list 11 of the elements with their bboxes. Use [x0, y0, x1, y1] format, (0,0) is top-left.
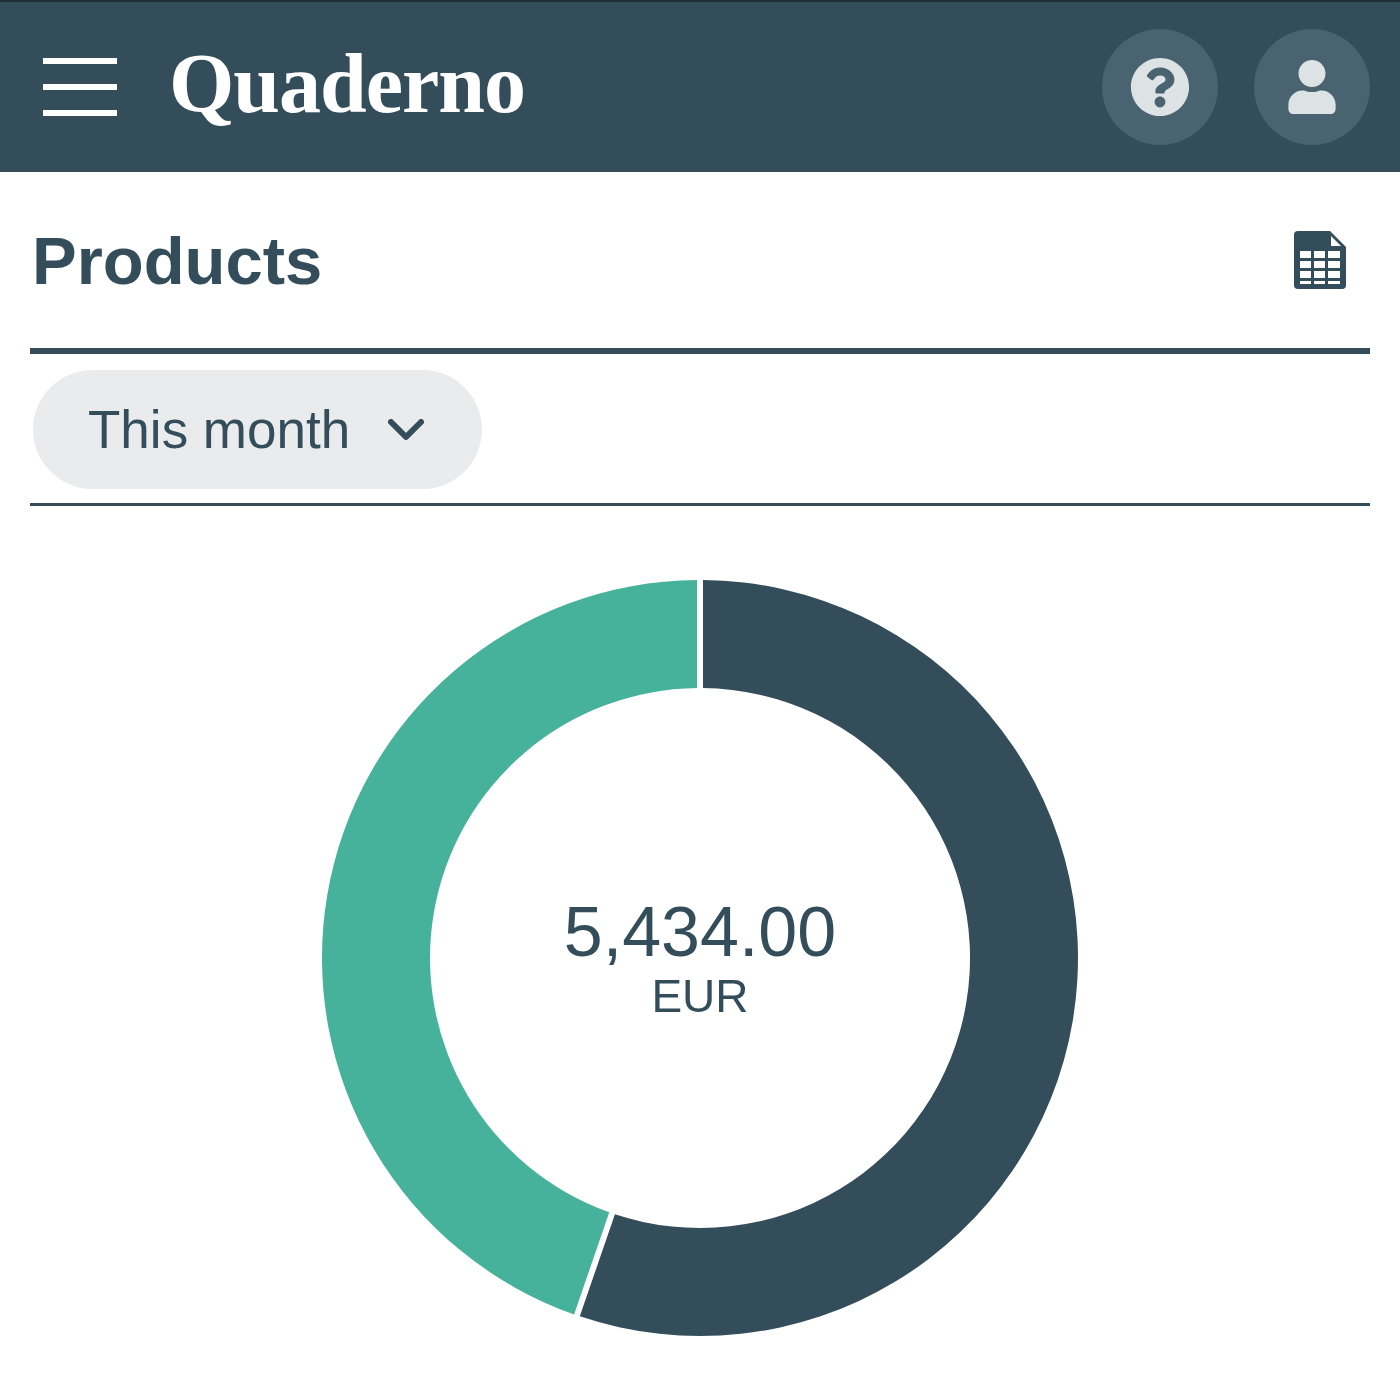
help-icon: [1130, 57, 1190, 117]
chevron-down-icon: [388, 418, 425, 441]
period-dropdown[interactable]: This month: [33, 370, 483, 489]
currency-label: EUR: [651, 973, 749, 1019]
menu-button[interactable]: [43, 58, 117, 116]
page-title: Products: [32, 226, 323, 294]
spreadsheet-icon[interactable]: [1294, 231, 1346, 289]
total-amount: 5,434.00: [563, 897, 837, 967]
user-icon: [1285, 60, 1339, 114]
logo: Quaderno: [169, 42, 526, 126]
menu-icon: [43, 58, 117, 116]
